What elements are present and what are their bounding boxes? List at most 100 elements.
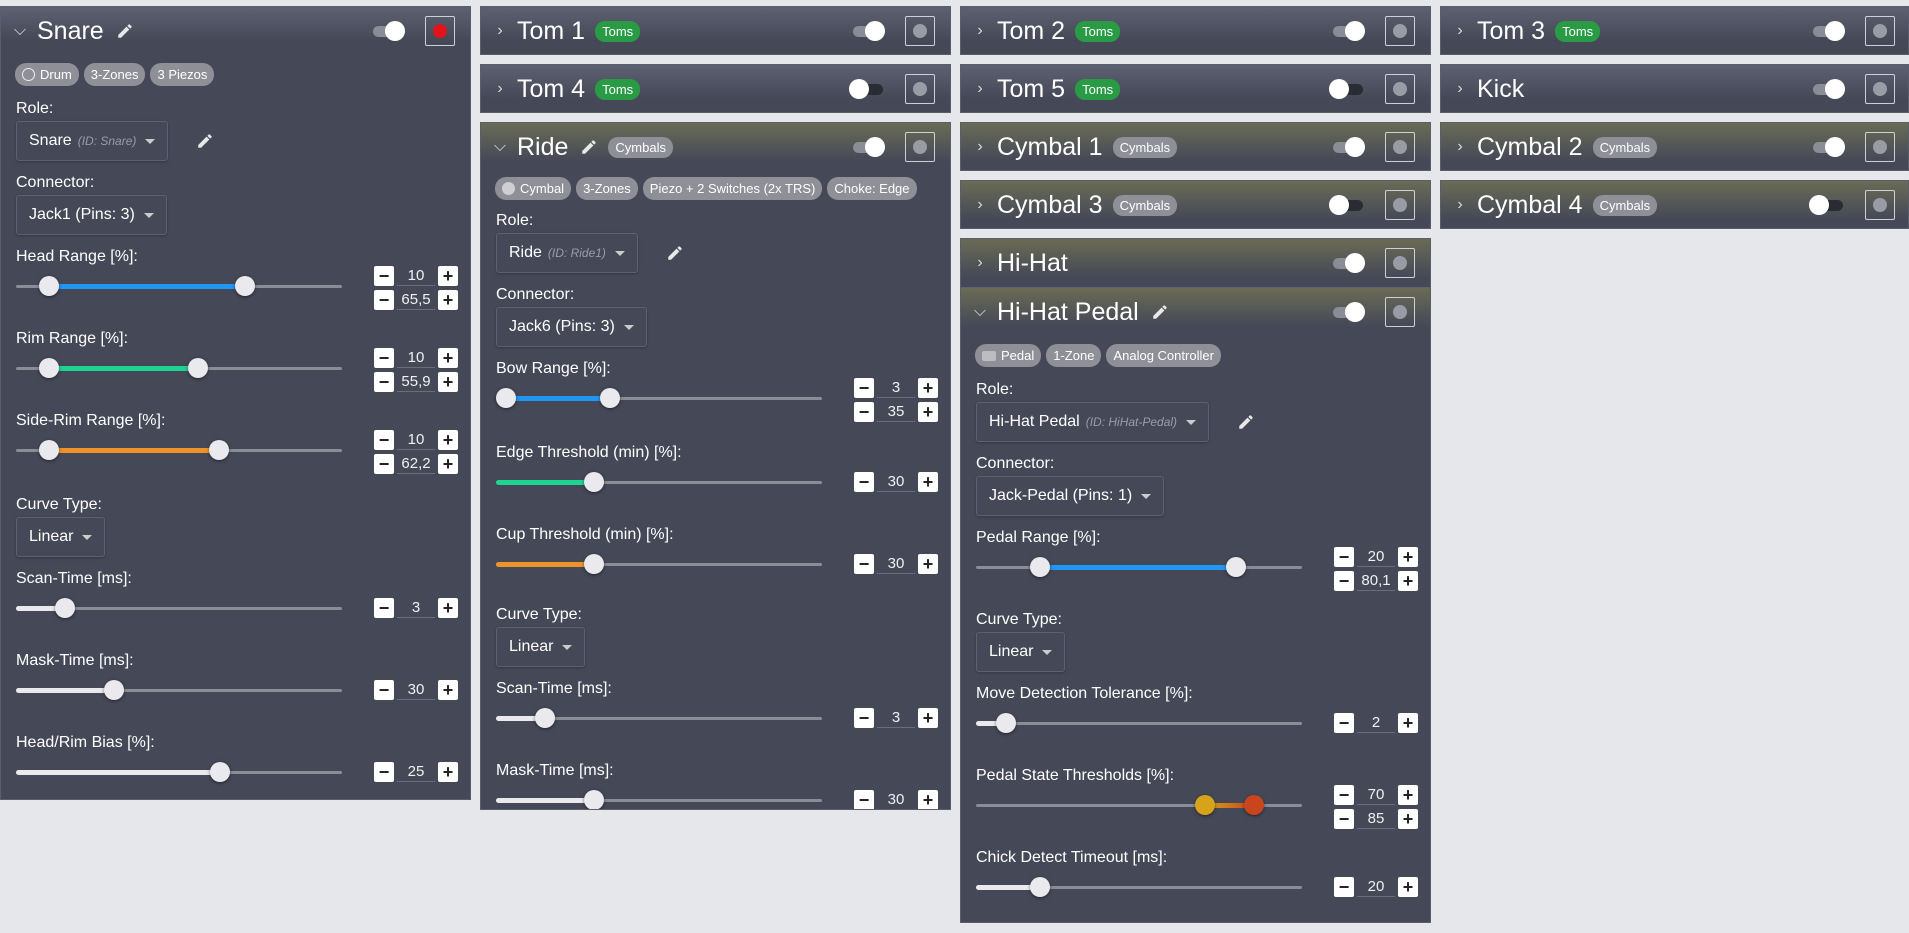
enable-toggle[interactable]	[1329, 79, 1365, 99]
pencil-icon[interactable]	[116, 22, 134, 40]
slider-thumb[interactable]	[104, 680, 124, 700]
chevron-right-icon[interactable]: ›	[971, 22, 989, 40]
slider-thumb[interactable]	[210, 762, 230, 782]
trigger-indicator-button[interactable]	[1385, 190, 1415, 220]
pencil-icon[interactable]	[1151, 303, 1169, 321]
enable-toggle[interactable]	[1809, 79, 1845, 99]
side-rim-range-slider[interactable]: −10 + −62,2 +	[16, 430, 470, 482]
plus-button[interactable]: +	[1398, 809, 1418, 829]
enable-toggle[interactable]	[1809, 195, 1845, 215]
trigger-indicator-button[interactable]	[905, 132, 935, 162]
trigger-indicator-button[interactable]	[1865, 16, 1895, 46]
chevron-right-icon[interactable]: ›	[491, 80, 509, 98]
value-field[interactable]: 10	[397, 348, 435, 368]
value-field[interactable]: 2	[1357, 713, 1395, 733]
rim-range-slider[interactable]: −10 + −55,9 +	[16, 348, 470, 400]
value-field[interactable]: 30	[877, 554, 915, 574]
minus-button[interactable]: −	[1334, 713, 1354, 733]
plus-button[interactable]: +	[1398, 571, 1418, 591]
value-field[interactable]: 30	[877, 790, 915, 809]
plus-button[interactable]: +	[438, 454, 458, 474]
head-rim-bias-slider[interactable]: −25 +	[16, 754, 470, 799]
cymbal1-panel[interactable]: › Cymbal 1 Cymbals	[960, 122, 1431, 171]
minus-button[interactable]: −	[1334, 547, 1354, 567]
value-field[interactable]: 30	[877, 472, 915, 492]
plus-button[interactable]: +	[1398, 713, 1418, 733]
plus-button[interactable]: +	[918, 554, 938, 574]
edge-threshold-slider[interactable]: −30 +	[496, 464, 950, 512]
slider-thumb[interactable]	[584, 472, 604, 492]
plus-button[interactable]: +	[1398, 877, 1418, 897]
slider-thumb[interactable]	[600, 388, 620, 408]
connector-select[interactable]: Jack-Pedal (Pins: 1)	[976, 476, 1165, 516]
minus-button[interactable]: −	[854, 472, 874, 492]
minus-button[interactable]: −	[1334, 571, 1354, 591]
value-field[interactable]: 65,5	[397, 290, 435, 310]
move-detection-slider[interactable]: −2 +	[976, 705, 1430, 753]
pencil-icon[interactable]	[666, 244, 684, 262]
cymbal2-panel[interactable]: › Cymbal 2 Cymbals	[1440, 122, 1909, 171]
tom1-panel[interactable]: › Tom 1 Toms	[480, 6, 951, 55]
curve-type-select[interactable]: Linear	[976, 632, 1066, 672]
value-field[interactable]: 10	[397, 266, 435, 286]
role-select[interactable]: Ride (ID: Ride1)	[496, 233, 638, 273]
mask-time-slider[interactable]: −30 +	[496, 782, 950, 809]
cup-threshold-slider[interactable]: −30 +	[496, 546, 950, 594]
value-field[interactable]: 30	[397, 680, 435, 700]
plus-button[interactable]: +	[438, 266, 458, 286]
enable-toggle[interactable]	[1329, 137, 1365, 157]
slider-thumb[interactable]	[188, 358, 208, 378]
trigger-indicator-button[interactable]	[1865, 132, 1895, 162]
trigger-indicator-button[interactable]	[1865, 74, 1895, 104]
trigger-indicator-button[interactable]	[1385, 132, 1415, 162]
minus-button[interactable]: −	[854, 790, 874, 809]
connector-select[interactable]: Jack6 (Pins: 3)	[496, 307, 647, 347]
value-field[interactable]: 3	[877, 378, 915, 398]
slider-thumb[interactable]	[39, 276, 59, 296]
slider-thumb[interactable]	[584, 790, 604, 809]
minus-button[interactable]: −	[854, 708, 874, 728]
value-field[interactable]: 25	[397, 762, 435, 782]
value-field[interactable]: 10	[397, 430, 435, 450]
value-field[interactable]: 3	[877, 708, 915, 728]
plus-button[interactable]: +	[918, 402, 938, 422]
chick-detect-timeout-slider[interactable]: −20 +	[976, 869, 1430, 917]
chevron-right-icon[interactable]: ›	[971, 80, 989, 98]
chevron-down-icon[interactable]: ⌵	[11, 22, 29, 40]
minus-button[interactable]: −	[374, 290, 394, 310]
slider-thumb[interactable]	[496, 388, 516, 408]
chevron-right-icon[interactable]: ›	[1451, 138, 1469, 156]
cymbal4-panel[interactable]: › Cymbal 4 Cymbals	[1440, 180, 1909, 229]
scan-time-slider[interactable]: −3 +	[16, 590, 470, 638]
plus-button[interactable]: +	[438, 598, 458, 618]
trigger-indicator-button[interactable]	[1385, 16, 1415, 46]
slider-thumb[interactable]	[55, 598, 75, 618]
enable-toggle[interactable]	[1809, 137, 1845, 157]
tom3-panel[interactable]: › Tom 3 Toms	[1440, 6, 1909, 55]
enable-toggle[interactable]	[1329, 302, 1365, 322]
slider-thumb[interactable]	[235, 276, 255, 296]
plus-button[interactable]: +	[438, 430, 458, 450]
minus-button[interactable]: −	[854, 402, 874, 422]
trigger-indicator-button[interactable]	[425, 16, 455, 46]
slider-thumb[interactable]	[209, 440, 229, 460]
chevron-right-icon[interactable]: ›	[971, 196, 989, 214]
pencil-icon[interactable]	[1237, 413, 1255, 431]
trigger-indicator-button[interactable]	[1385, 248, 1415, 278]
chevron-right-icon[interactable]: ›	[1451, 80, 1469, 98]
chevron-right-icon[interactable]: ›	[971, 254, 989, 272]
minus-button[interactable]: −	[374, 430, 394, 450]
pedal-state-thresholds-slider[interactable]: −70 + −85 +	[976, 785, 1430, 837]
tom2-panel[interactable]: › Tom 2 Toms	[960, 6, 1431, 55]
minus-button[interactable]: −	[374, 598, 394, 618]
minus-button[interactable]: −	[854, 554, 874, 574]
value-field[interactable]: 3	[397, 598, 435, 618]
chevron-down-icon[interactable]: ⌵	[491, 138, 509, 156]
slider-thumb[interactable]	[1030, 877, 1050, 897]
slider-thumb[interactable]	[1030, 557, 1050, 577]
chevron-right-icon[interactable]: ›	[491, 22, 509, 40]
minus-button[interactable]: −	[374, 680, 394, 700]
plus-button[interactable]: +	[1398, 547, 1418, 567]
plus-button[interactable]: +	[438, 372, 458, 392]
plus-button[interactable]: +	[918, 378, 938, 398]
